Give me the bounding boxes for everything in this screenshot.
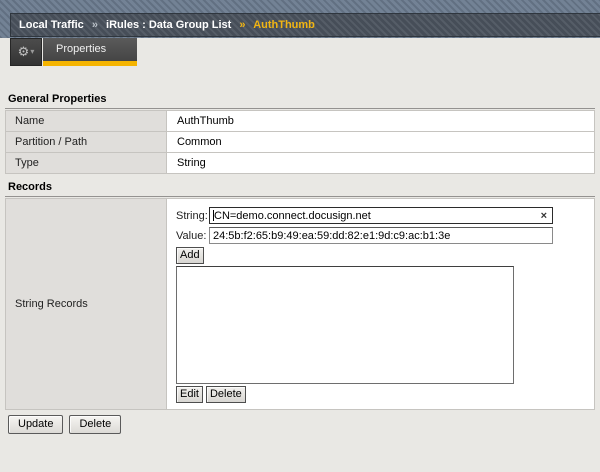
tab-properties[interactable]: Properties: [43, 38, 137, 66]
string-input-value: CN=demo.connect.docusign.net: [214, 210, 371, 222]
string-records-controls: String: CN=demo.connect.docusign.net × Val…: [166, 198, 595, 410]
partition-path-label: Partition / Path: [5, 131, 167, 153]
listbox-buttons: Edit Delete: [176, 386, 588, 403]
add-button[interactable]: Add: [176, 247, 204, 264]
general-properties-heading: General Properties: [5, 93, 595, 109]
breadcrumb-separator-icon: »: [91, 19, 98, 31]
breadcrumb: Local Traffic » iRules : Data Group List…: [10, 13, 600, 37]
update-button[interactable]: Update: [8, 415, 64, 434]
tab-properties-label: Properties: [56, 43, 107, 55]
type-value: String: [166, 152, 595, 174]
table-row: String Records String: CN=demo.connect.do…: [5, 198, 595, 410]
form-actions: Update Delete: [8, 415, 127, 434]
general-properties-table: Name AuthThumb Partition / Path Common T…: [5, 110, 595, 174]
breadcrumb-local-traffic[interactable]: Local Traffic: [19, 19, 84, 31]
value-row: Value: 24:5b:f2:65:b9:49:ea:59:dd:82:e1:9…: [176, 227, 588, 244]
string-field-label: String:: [176, 209, 208, 222]
breadcrumb-current-page: AuthThumb: [253, 19, 315, 31]
clear-icon[interactable]: ×: [541, 210, 547, 223]
breadcrumb-separator-icon: »: [239, 19, 246, 31]
string-records-label: String Records: [5, 198, 167, 410]
partition-path-value: Common: [166, 131, 595, 153]
type-label: Type: [5, 152, 167, 174]
edit-button[interactable]: Edit: [176, 386, 203, 403]
records-table: String Records String: CN=demo.connect.do…: [5, 198, 595, 410]
breadcrumb-data-group-list[interactable]: iRules : Data Group List: [106, 19, 231, 31]
delete-record-button[interactable]: Delete: [205, 386, 246, 403]
table-row: Name AuthThumb: [5, 110, 595, 132]
value-input-value: 24:5b:f2:65:b9:49:ea:59:dd:82:e1:9d:c9:a…: [213, 230, 451, 242]
value-input[interactable]: 24:5b:f2:65:b9:49:ea:59:dd:82:e1:9d:c9:a…: [209, 227, 553, 244]
string-records-listbox[interactable]: [176, 266, 514, 384]
value-field-label: Value:: [176, 229, 207, 242]
chevron-down-icon: ▾: [30, 47, 35, 56]
string-input[interactable]: CN=demo.connect.docusign.net ×: [209, 207, 553, 224]
records-heading: Records: [5, 181, 595, 197]
options-menu-button[interactable]: ⚙▾: [10, 38, 42, 66]
delete-button[interactable]: Delete: [69, 415, 122, 434]
table-row: Partition / Path Common: [5, 131, 595, 153]
string-row: String: CN=demo.connect.docusign.net ×: [176, 207, 588, 224]
name-value: AuthThumb: [166, 110, 595, 132]
table-row: Type String: [5, 152, 595, 174]
name-label: Name: [5, 110, 167, 132]
gear-icon: ⚙: [17, 44, 30, 59]
